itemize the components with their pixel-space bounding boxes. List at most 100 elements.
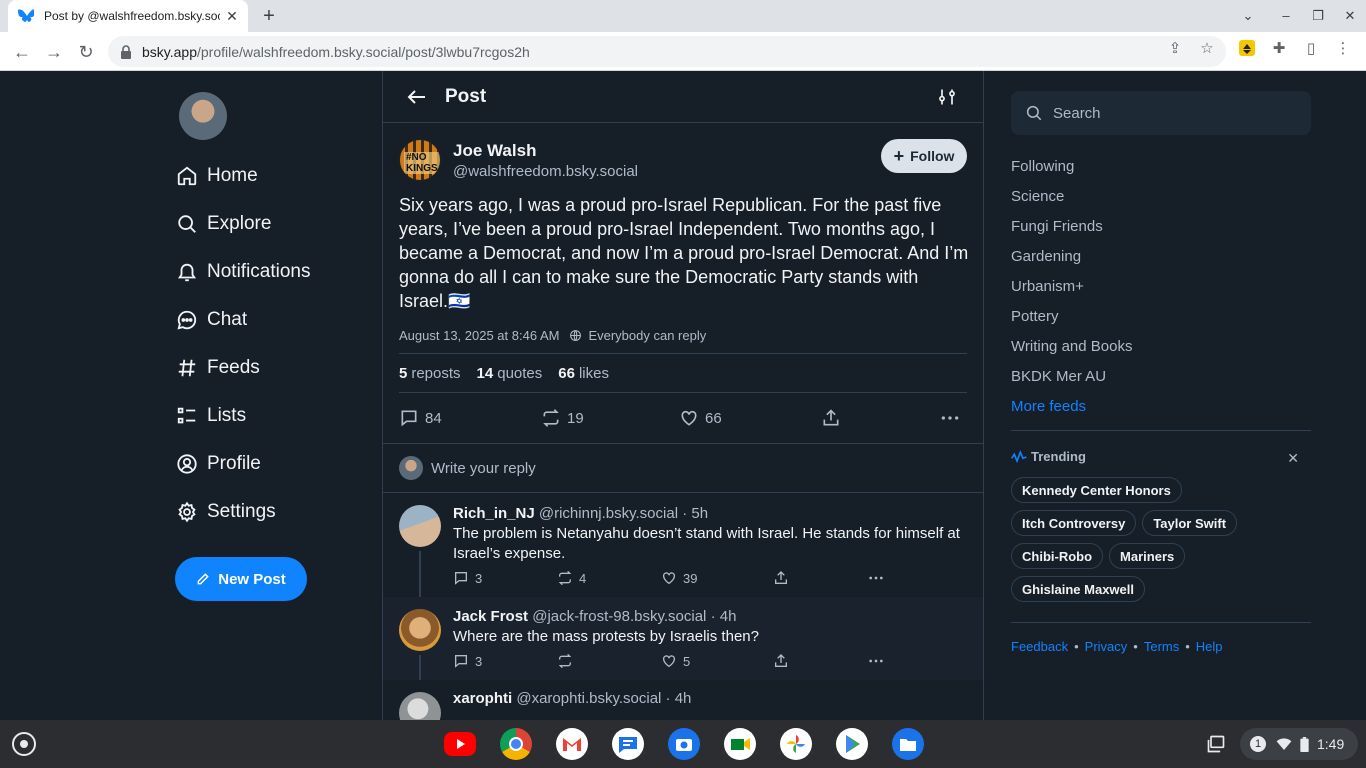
share-icon[interactable]: ⇪	[1166, 40, 1184, 58]
repost-button[interactable]: 19	[541, 408, 584, 428]
more-options-button[interactable]	[867, 653, 891, 669]
reply-item[interactable]: Rich_in_NJ @richinnj.bsky.social · 5h Th…	[383, 493, 983, 597]
reply-author-name[interactable]: Rich_in_NJ	[453, 505, 535, 522]
feed-link[interactable]: Fungi Friends	[1011, 211, 1311, 241]
trending-chip[interactable]: Chibi-Robo	[1011, 543, 1104, 569]
reply-avatar[interactable]	[399, 692, 441, 720]
share-button[interactable]	[821, 408, 847, 428]
feedback-link[interactable]: Feedback	[1011, 639, 1068, 654]
reply-composer[interactable]: Write your reply	[383, 443, 983, 493]
author-handle[interactable]: @walshfreedom.bsky.social	[453, 163, 638, 180]
reply-setting[interactable]: Everybody can reply	[588, 328, 706, 343]
repost-button[interactable]	[557, 653, 579, 669]
trending-chip[interactable]: Ghislaine Maxwell	[1011, 576, 1145, 602]
puzzle-extensions-icon[interactable]: ✚	[1270, 40, 1288, 58]
photos-icon[interactable]	[780, 728, 812, 760]
like-button[interactable]: 5	[661, 653, 690, 669]
post-timestamp[interactable]: August 13, 2025 at 8:46 AM	[399, 328, 559, 343]
privacy-link[interactable]: Privacy	[1085, 639, 1128, 654]
browser-tab-active[interactable]: Post by @walshfreedom.bsky.social ✕	[8, 0, 248, 32]
reply-time[interactable]: · 4h	[666, 690, 692, 707]
youtube-icon[interactable]	[444, 732, 476, 756]
new-tab-button[interactable]: +	[258, 6, 280, 28]
side-panel-icon[interactable]: ▯	[1302, 40, 1320, 58]
reposts-stat[interactable]: 5 reposts	[399, 365, 461, 382]
play-store-icon[interactable]	[836, 728, 868, 760]
minimize-icon[interactable]: –	[1276, 6, 1296, 26]
reply-author-handle[interactable]: @jack-frost-98.bsky.social	[532, 608, 706, 625]
tab-close-icon[interactable]: ✕	[224, 8, 240, 24]
back-arrow-icon[interactable]: ←	[10, 40, 34, 64]
share-button[interactable]	[773, 653, 795, 669]
feed-link[interactable]: Gardening	[1011, 241, 1311, 271]
trending-chip[interactable]: Kennedy Center Honors	[1011, 477, 1182, 503]
reply-time[interactable]: · 4h	[711, 608, 737, 625]
status-tray[interactable]: 1 1:49	[1240, 728, 1358, 760]
repost-button[interactable]: 4	[557, 570, 586, 586]
nav-feeds[interactable]: Feeds	[175, 352, 260, 384]
restore-icon[interactable]: ❐	[1308, 6, 1328, 26]
reply-item[interactable]: Jack Frost @jack-frost-98.bsky.social · …	[383, 597, 983, 680]
reply-item[interactable]: xarophti @xarophti.bsky.social · 4h	[383, 680, 983, 720]
reply-button[interactable]: 84	[399, 408, 442, 428]
back-arrow-icon[interactable]	[405, 85, 429, 109]
more-feeds-link[interactable]: More feeds	[1011, 391, 1311, 421]
kebab-menu-icon[interactable]: ⋮	[1334, 40, 1352, 58]
nav-lists[interactable]: Lists	[175, 400, 246, 432]
nav-profile[interactable]: Profile	[175, 448, 261, 480]
my-avatar[interactable]	[179, 92, 227, 140]
window-close-icon[interactable]: ✕	[1340, 6, 1360, 26]
address-bar[interactable]: bsky.app/profile/walshfreedom.bsky.socia…	[108, 36, 1226, 67]
follow-button[interactable]: + Follow	[881, 139, 967, 173]
more-options-button[interactable]	[939, 408, 967, 428]
nav-chat[interactable]: Chat	[175, 304, 247, 336]
screen-capture-icon[interactable]	[1206, 734, 1226, 754]
trending-chip[interactable]: Mariners	[1109, 543, 1186, 569]
search-input[interactable]: Search	[1011, 91, 1311, 135]
feed-link[interactable]: Science	[1011, 181, 1311, 211]
likes-stat[interactable]: 66 likes	[558, 365, 609, 382]
more-options-button[interactable]	[867, 570, 891, 586]
reply-avatar[interactable]	[399, 505, 441, 547]
launcher-icon[interactable]	[12, 732, 36, 756]
reply-author-handle[interactable]: @richinnj.bsky.social	[539, 505, 678, 522]
extension-badge-icon[interactable]	[1238, 40, 1256, 58]
author-avatar[interactable]: #NO KINGS	[399, 139, 441, 181]
feed-link[interactable]: BKDK Mer AU	[1011, 361, 1311, 391]
reply-button[interactable]: 3	[453, 653, 482, 669]
reply-avatar[interactable]	[399, 609, 441, 651]
close-icon[interactable]: ✕	[1287, 450, 1299, 467]
trending-chip[interactable]: Taylor Swift	[1142, 510, 1238, 536]
feed-link[interactable]: Writing and Books	[1011, 331, 1311, 361]
reply-button[interactable]: 3	[453, 570, 482, 586]
chrome-icon[interactable]	[500, 728, 532, 760]
forward-arrow-icon[interactable]: →	[42, 40, 66, 64]
help-link[interactable]: Help	[1196, 639, 1223, 654]
reload-icon[interactable]: ↻	[74, 40, 98, 64]
terms-link[interactable]: Terms	[1144, 639, 1179, 654]
reply-time[interactable]: · 5h	[682, 505, 708, 522]
like-button[interactable]: 39	[661, 570, 697, 586]
author-name[interactable]: Joe Walsh	[453, 141, 638, 161]
bookmark-star-icon[interactable]: ☆	[1198, 40, 1216, 58]
reply-author-handle[interactable]: @xarophti.bsky.social	[516, 690, 661, 707]
nav-explore[interactable]: Explore	[175, 208, 271, 240]
trending-chip[interactable]: Itch Controversy	[1011, 510, 1137, 536]
quotes-stat[interactable]: 14 quotes	[477, 365, 543, 382]
feed-link[interactable]: Urbanism+	[1011, 271, 1311, 301]
meet-icon[interactable]	[724, 728, 756, 760]
nav-settings[interactable]: Settings	[175, 496, 276, 528]
nav-notifications[interactable]: Notifications	[175, 256, 311, 288]
reply-author-name[interactable]: Jack Frost	[453, 608, 528, 625]
thread-settings-sliders-icon[interactable]	[937, 87, 957, 112]
messages-icon[interactable]	[612, 728, 644, 760]
new-post-button[interactable]: New Post	[175, 557, 307, 601]
feed-link[interactable]: Following	[1011, 151, 1311, 181]
tab-search-chevron-icon[interactable]: ⌄	[1238, 6, 1258, 26]
files-icon[interactable]	[892, 728, 924, 760]
camera-icon[interactable]	[668, 728, 700, 760]
gmail-icon[interactable]	[556, 728, 588, 760]
share-button[interactable]	[773, 570, 795, 586]
reply-author-name[interactable]: xarophti	[453, 690, 512, 707]
nav-home[interactable]: Home	[175, 160, 258, 192]
